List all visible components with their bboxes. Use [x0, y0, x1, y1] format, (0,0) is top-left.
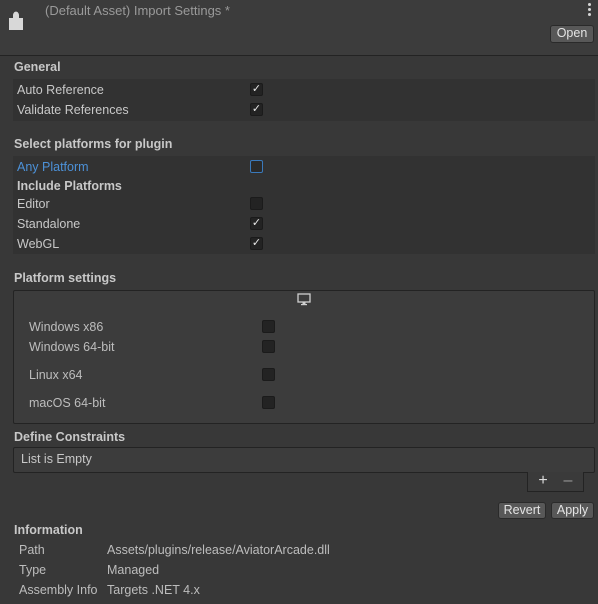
- information-title: Information: [14, 523, 83, 537]
- any-platform-label: Any Platform: [17, 160, 89, 174]
- standalone-checkbox[interactable]: ✓: [250, 217, 263, 230]
- type-value: Managed: [107, 563, 160, 577]
- editor-label: Editor: [17, 197, 50, 211]
- windows-x86-label: Windows x86: [29, 320, 104, 334]
- path-value: Assets/plugins/release/AviatorArcade.dll: [107, 543, 330, 557]
- constraints-list: [13, 447, 595, 473]
- monitor-icon[interactable]: [297, 293, 311, 306]
- plugin-puzzle-icon: [9, 11, 23, 30]
- assembly-info-key: Assembly Info: [19, 583, 98, 597]
- any-platform-checkbox[interactable]: [250, 160, 263, 173]
- open-button[interactable]: Open: [550, 25, 594, 43]
- macos-64-checkbox[interactable]: [262, 396, 275, 409]
- type-key: Type: [19, 563, 47, 577]
- windows-64-label: Windows 64-bit: [29, 340, 115, 354]
- macos-64-label: macOS 64-bit: [29, 396, 106, 410]
- windows-64-checkbox[interactable]: [262, 340, 275, 353]
- validate-references-checkbox[interactable]: ✓: [250, 103, 263, 116]
- editor-checkbox[interactable]: [250, 197, 263, 210]
- webgl-label: WebGL: [17, 237, 60, 251]
- include-platforms-heading: Include Platforms: [17, 179, 122, 193]
- platform-settings-title: Platform settings: [14, 271, 117, 285]
- remove-icon[interactable]: –: [561, 472, 575, 490]
- linux-x64-checkbox[interactable]: [262, 368, 275, 381]
- kebab-menu-icon[interactable]: [587, 3, 593, 17]
- general-section-title: General: [14, 60, 61, 74]
- list-empty-text: List is Empty: [21, 452, 92, 466]
- auto-reference-checkbox[interactable]: ✓: [250, 83, 263, 96]
- platforms-section-title: Select platforms for plugin: [14, 137, 173, 151]
- inspector-title: (Default Asset) Import Settings *: [45, 3, 230, 18]
- validate-references-label: Validate References: [17, 103, 129, 117]
- path-key: Path: [19, 543, 45, 557]
- inspector-header: (Default Asset) Import Settings * Open: [0, 0, 598, 56]
- assembly-info-value: Targets .NET 4.x: [107, 583, 200, 597]
- add-icon[interactable]: +: [536, 472, 550, 490]
- define-constraints-title: Define Constraints: [14, 430, 126, 444]
- webgl-checkbox[interactable]: ✓: [250, 237, 263, 250]
- linux-x64-label: Linux x64: [29, 368, 83, 382]
- auto-reference-label: Auto Reference: [17, 83, 104, 97]
- platforms-panel: [13, 156, 595, 254]
- windows-x86-checkbox[interactable]: [262, 320, 275, 333]
- standalone-label: Standalone: [17, 217, 81, 231]
- apply-button[interactable]: Apply: [551, 502, 594, 519]
- revert-button[interactable]: Revert: [498, 502, 546, 519]
